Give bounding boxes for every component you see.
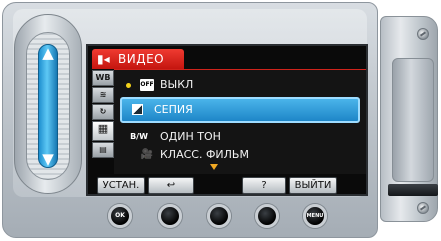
exit-button[interactable]: ВЫЙТИ: [289, 177, 337, 194]
back-button[interactable]: ↩: [148, 177, 194, 194]
side-tab-wb[interactable]: WB: [92, 70, 114, 86]
hw-button-4[interactable]: [255, 204, 279, 228]
hinge-bar: [388, 184, 438, 196]
tab-video[interactable]: ▮◂ ВИДЕО: [92, 49, 184, 69]
menu-item-label: ОДИН ТОН: [160, 130, 221, 143]
menu-item-sepia[interactable]: СЕПИЯ: [120, 97, 360, 123]
help-button[interactable]: ?: [242, 177, 286, 194]
menu-item-classic-film[interactable]: 🎥 КЛАСС. ФИЛЬМ: [120, 146, 360, 164]
set-button[interactable]: УСТАН.: [97, 177, 145, 194]
exit-button-label: ВЫЙТИ: [294, 180, 332, 191]
refresh-icon: ↻: [99, 107, 107, 116]
hinge-panel: [392, 58, 434, 182]
side-tab-refresh[interactable]: ↻: [92, 104, 114, 120]
back-icon: ↩: [166, 180, 176, 191]
ok-button[interactable]: OK: [108, 204, 132, 228]
hw-button-2[interactable]: [158, 204, 182, 228]
hw-button-3[interactable]: [207, 204, 231, 228]
menu-item-label: ВЫКЛ: [160, 78, 194, 91]
menu-item-label: СЕПИЯ: [154, 103, 193, 116]
wb-icon: WB: [95, 73, 111, 82]
set-button-label: УСТАН.: [102, 180, 140, 191]
bw-icon: B/W: [130, 132, 148, 141]
ok-label: OK: [115, 212, 125, 219]
menu-button[interactable]: MENU: [303, 204, 327, 228]
side-tab-settings[interactable]: ▤: [92, 142, 114, 158]
current-setting-dot-icon: [126, 83, 131, 88]
side-tab-film-effect[interactable]: ▦: [92, 121, 114, 141]
screw-icon: [417, 202, 429, 214]
video-camera-icon: ▮◂: [97, 52, 110, 66]
arrow-down-icon: ▼: [42, 150, 54, 168]
side-tab-image-adjust[interactable]: ≋: [92, 87, 114, 103]
film-camera-icon: 🎥: [140, 149, 154, 160]
screw-icon: [417, 28, 429, 40]
menu-item-off[interactable]: OFF ВЫКЛ: [120, 76, 360, 94]
sepia-icon: [132, 104, 143, 115]
tab-video-label: ВИДЕО: [118, 52, 165, 66]
scroll-down-icon: [210, 164, 218, 170]
menu-item-label: КЛАСС. ФИЛЬМ: [160, 148, 249, 161]
menu-label: MENU: [306, 213, 324, 219]
film-clapper-icon: ▦: [97, 122, 109, 135]
image-adjust-icon: ≋: [99, 90, 107, 99]
settings-icon: ▤: [99, 145, 107, 154]
arrow-up-icon: ▲: [42, 44, 54, 62]
off-icon: OFF: [140, 79, 154, 91]
help-icon: ?: [261, 180, 267, 191]
menu-item-monotone[interactable]: B/W ОДИН ТОН: [120, 128, 360, 146]
